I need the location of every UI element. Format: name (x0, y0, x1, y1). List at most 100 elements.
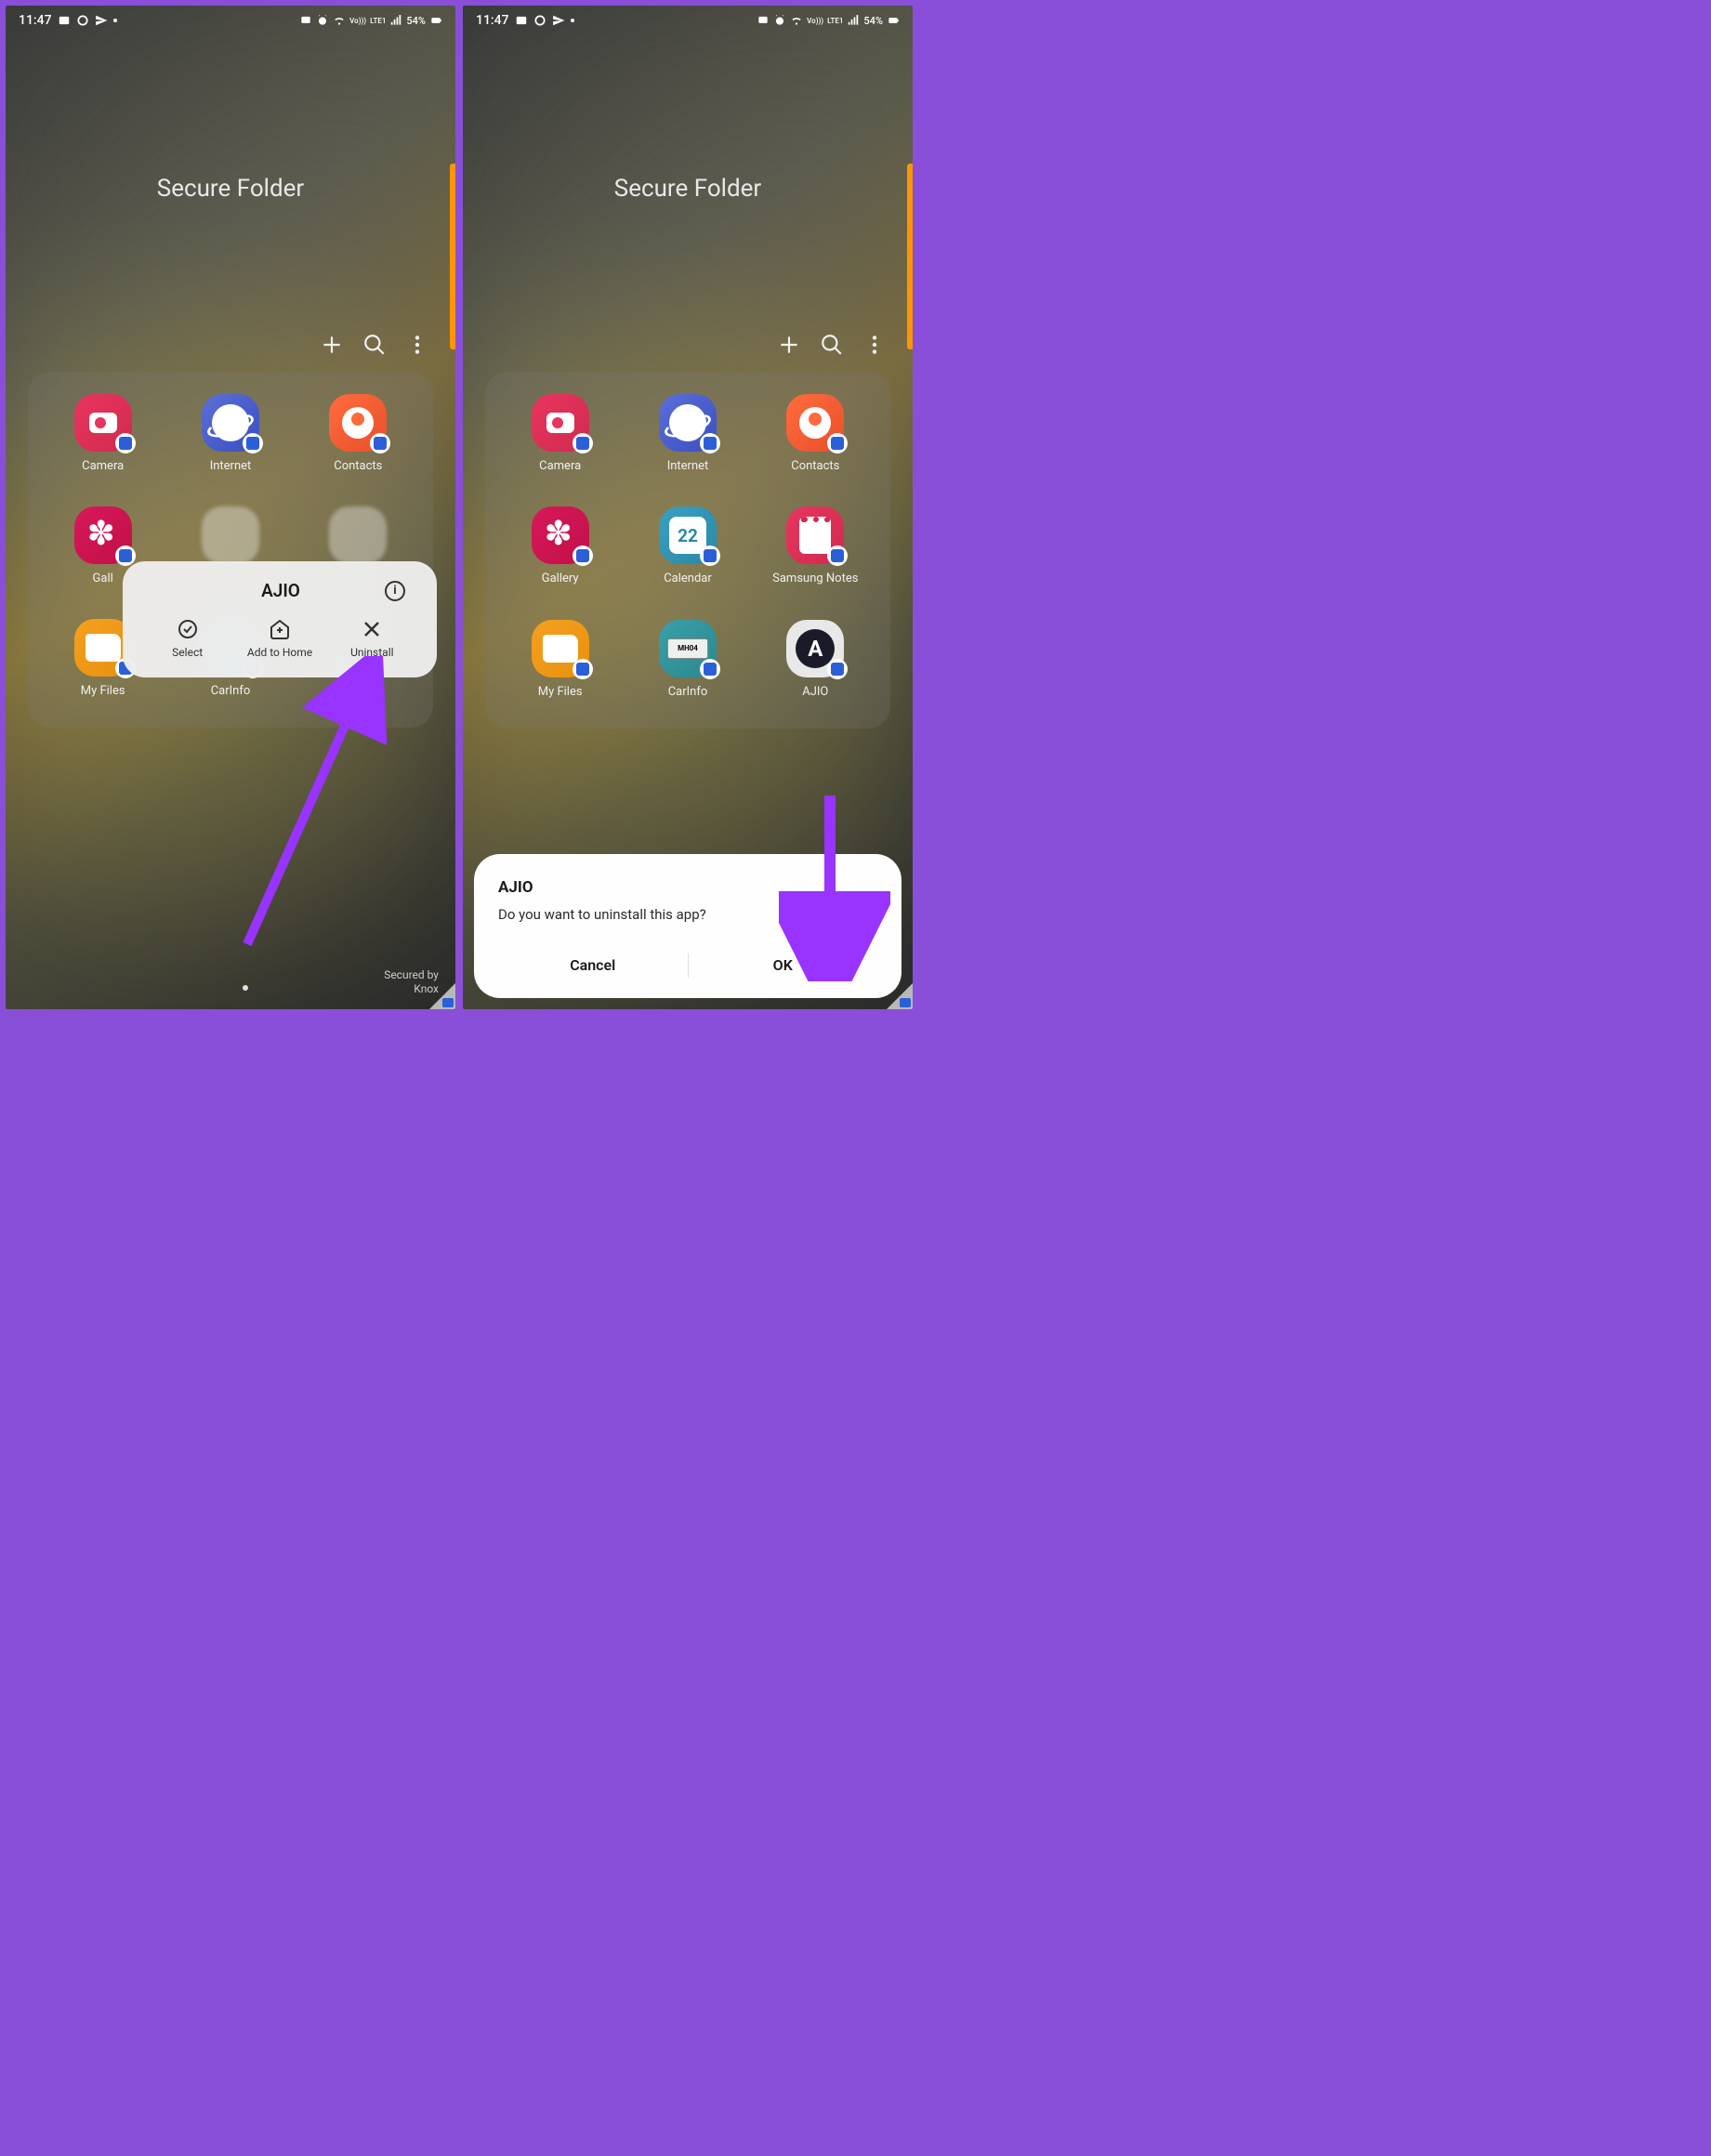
app-myfiles[interactable]: My Files (509, 620, 612, 699)
add-icon[interactable] (777, 333, 801, 357)
lock-badge-icon (370, 433, 390, 454)
footer: Secured byKnox (6, 968, 455, 996)
uninstall-action[interactable]: Uninstall (326, 618, 418, 659)
app-label: Gall (93, 572, 113, 585)
phone-screen-right: 11:47 Vo))) LTE1 54% Secure Folder Camer… (461, 4, 915, 1011)
lock-badge-icon (700, 659, 720, 679)
annotation-arrow (210, 656, 396, 953)
send-notif-icon (95, 14, 108, 27)
home-plus-icon (269, 618, 291, 640)
gallery-notif-icon (515, 14, 528, 27)
corner-secure-icon (442, 998, 454, 1007)
app-calendar[interactable]: 22 Calendar (637, 506, 739, 586)
volte-label: Vo))) (807, 17, 823, 25)
send-notif-icon (552, 14, 565, 27)
gallery-notif-icon (58, 14, 71, 27)
corner-secure-icon (900, 998, 911, 1007)
lock-badge-icon (573, 659, 593, 679)
status-time: 11:47 (19, 13, 52, 28)
app-label: My Files (81, 684, 125, 698)
status-left: 11:47 (19, 13, 117, 28)
alarm-icon (773, 14, 786, 27)
circle-notif-icon (76, 14, 89, 27)
app-gallery[interactable]: Gallery (509, 506, 612, 586)
battery-text: 54% (406, 15, 426, 27)
app-label: Calendar (664, 572, 712, 585)
status-bar: 11:47 Vo))) LTE1 54% (463, 6, 913, 35)
add-to-home-action[interactable]: Add to Home (233, 618, 325, 659)
app-contacts[interactable]: Contacts (764, 394, 866, 473)
checkmark-circle-icon (177, 618, 199, 640)
app-internet[interactable]: Internet (637, 394, 739, 473)
more-menu-icon[interactable] (405, 333, 429, 357)
app-contacts[interactable]: Contacts (307, 394, 409, 473)
toolbar (463, 323, 913, 366)
app-label: CarInfo (668, 685, 708, 699)
app-label: Internet (667, 459, 709, 473)
app-row-1: Camera Internet Contacts (496, 394, 879, 473)
more-menu-icon[interactable] (862, 333, 887, 357)
search-icon[interactable] (362, 333, 387, 357)
annotation-arrow (779, 786, 890, 981)
secure-folder-title: Secure Folder (463, 35, 913, 203)
app-row-1: Camera Internet Contacts (39, 394, 422, 473)
app-row-2: Gallery 22 Calendar Samsung Notes (496, 506, 879, 586)
lte-label: LTE1 (370, 17, 386, 25)
app-carinfo[interactable]: MH04 CarInfo (637, 620, 739, 699)
status-left: 11:47 (476, 13, 574, 28)
more-notif-dot (113, 19, 117, 22)
lock-badge-icon (827, 659, 848, 679)
hidden-icon (329, 506, 387, 564)
toolbar (6, 323, 455, 366)
lock-badge-icon (573, 546, 593, 566)
lock-badge-icon (700, 433, 720, 454)
close-icon (361, 618, 383, 640)
cancel-button[interactable]: Cancel (498, 945, 688, 985)
app-label: Contacts (334, 459, 382, 473)
status-bar: 11:47 Vo))) LTE1 54% (6, 6, 455, 35)
app-label: Internet (210, 459, 252, 473)
lock-badge-icon (243, 433, 263, 454)
info-icon[interactable]: i (385, 581, 405, 601)
battery-text: 54% (863, 15, 883, 27)
signal-icon (847, 14, 860, 27)
circle-notif-icon (533, 14, 546, 27)
add-icon[interactable] (320, 333, 344, 357)
lte-label: LTE1 (827, 17, 843, 25)
app-label: AJIO (802, 685, 828, 699)
status-right: Vo))) LTE1 54% (299, 14, 442, 27)
secure-folder-title: Secure Folder (6, 35, 455, 203)
app-row-3: My Files MH04 CarInfo A AJIO (496, 620, 879, 699)
wifi-icon (790, 14, 803, 27)
app-samsung-notes[interactable]: Samsung Notes (764, 506, 866, 586)
app-internet[interactable]: Internet (179, 394, 282, 473)
signal-icon (389, 14, 402, 27)
select-action[interactable]: Select (141, 618, 233, 659)
lock-badge-icon (827, 546, 848, 566)
app-camera[interactable]: Camera (52, 394, 154, 473)
lock-badge-icon (573, 433, 593, 454)
app-label: Gallery (542, 572, 579, 585)
select-label: Select (172, 646, 203, 659)
app-camera[interactable]: Camera (509, 394, 612, 473)
lock-badge-icon (700, 546, 720, 566)
app-label: Samsung Notes (772, 572, 858, 586)
app-panel: Camera Internet Contacts Gallery 22 Cale… (485, 372, 890, 729)
app-label: Camera (539, 459, 581, 473)
lock-badge-icon (115, 546, 136, 566)
alarm-icon (316, 14, 329, 27)
phone-screen-left: 11:47 Vo))) LTE1 54% Secure Folder Camer… (4, 4, 457, 1011)
status-right: Vo))) LTE1 54% (757, 14, 900, 27)
app-ajio[interactable]: A AJIO (764, 620, 866, 699)
context-menu-title: AJIO (154, 580, 385, 601)
search-icon[interactable] (820, 333, 844, 357)
battery-icon (429, 14, 442, 27)
lock-badge-icon (115, 433, 136, 454)
hidden-icon (202, 506, 259, 564)
cast-icon (299, 14, 312, 27)
lock-badge-icon (827, 433, 848, 454)
app-label: My Files (538, 685, 583, 699)
battery-icon (887, 14, 900, 27)
wifi-icon (333, 14, 346, 27)
cast-icon (757, 14, 770, 27)
